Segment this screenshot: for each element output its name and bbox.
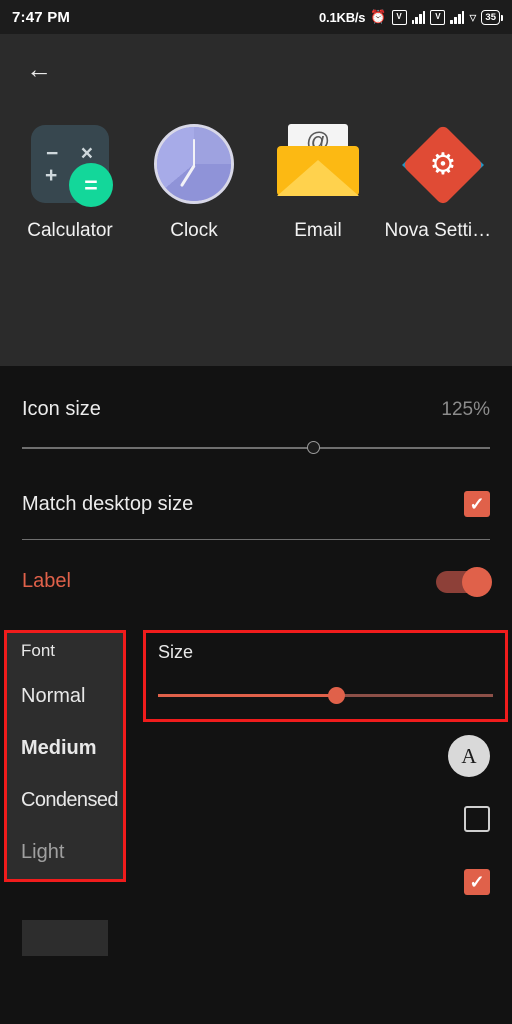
match-desktop-size-label: Match desktop size [22, 492, 194, 515]
font-style-button[interactable]: A [448, 735, 490, 777]
wifi-icon: ▿ [469, 8, 477, 25]
back-row: ← [0, 34, 512, 86]
icon-size-label: Icon size [22, 398, 101, 420]
alarm-icon: ⏰ [370, 9, 387, 24]
app-label: Calculator [27, 220, 113, 241]
size-slider-fill [158, 694, 336, 697]
icon-size-value: 125% [441, 398, 490, 420]
shadow-checkbox[interactable] [464, 806, 490, 832]
font-option-normal[interactable]: Normal [7, 671, 123, 723]
label-toggle-switch[interactable] [436, 566, 492, 597]
back-arrow-icon[interactable]: ← [22, 52, 56, 86]
row-label[interactable]: Label [0, 540, 512, 597]
match-desktop-size-checkbox[interactable]: ✓ [464, 491, 490, 517]
volte-icon-2: V [430, 9, 446, 25]
label-section-title: Label [22, 570, 71, 592]
status-icons: 0.1KB/s ⏰ V V ▿ 35 [319, 8, 503, 26]
app-clock[interactable]: Clock [139, 122, 249, 242]
font-option-medium[interactable]: Medium [7, 723, 123, 775]
icon-preview-area: ← − × + = Calculator Clock @ Email ⚙ Nov… [0, 34, 512, 366]
volte-icon: V [391, 9, 407, 25]
font-dropdown-menu[interactable]: Font Normal Medium Condensed Light [4, 630, 126, 882]
row-match-desktop-size[interactable]: Match desktop size ✓ [0, 449, 512, 517]
size-label: Size [158, 642, 194, 662]
font-menu-tail [22, 920, 108, 956]
app-label: Nova Settin… [384, 220, 500, 241]
clock-icon [152, 122, 236, 206]
status-time: 7:47 PM [12, 8, 71, 26]
app-label: Email [294, 220, 342, 241]
app-email[interactable]: @ Email [263, 122, 373, 242]
size-slider[interactable] [158, 687, 493, 704]
nova-settings-icon: ⚙ [400, 122, 485, 207]
single-line-checkbox[interactable]: ✓ [464, 869, 490, 895]
toggle-knob [462, 566, 492, 597]
row-icon-size[interactable]: Icon size 125% [0, 366, 512, 421]
app-nova-settings[interactable]: ⚙ Nova Settin… [384, 122, 500, 242]
phone-screen: 7:47 PM 0.1KB/s ⏰ V V ▿ 35 ← − × + = Cal… [0, 0, 512, 1024]
calculator-icon: − × + = [28, 122, 113, 207]
signal-bars-icon-2 [450, 10, 465, 24]
email-icon: @ [276, 122, 360, 206]
font-dropdown-header: Font [21, 641, 56, 660]
network-speed-text: 0.1KB/s [319, 9, 366, 25]
size-slider-knob[interactable] [327, 687, 345, 704]
signal-bars-icon [411, 10, 426, 24]
font-option-light[interactable]: Light [7, 827, 123, 879]
app-label: Clock [170, 220, 218, 241]
battery-indicator: 35 [481, 9, 503, 25]
status-bar: 7:47 PM 0.1KB/s ⏰ V V ▿ 35 [0, 0, 512, 34]
preview-app-row: − × + = Calculator Clock @ Email ⚙ Nova … [0, 86, 512, 242]
size-control-group[interactable]: Size [143, 630, 508, 722]
font-option-condensed[interactable]: Condensed [7, 775, 123, 827]
app-calculator[interactable]: − × + = Calculator [15, 122, 125, 242]
settings-list: Icon size 125% Match desktop size ✓ Labe… [0, 366, 512, 597]
